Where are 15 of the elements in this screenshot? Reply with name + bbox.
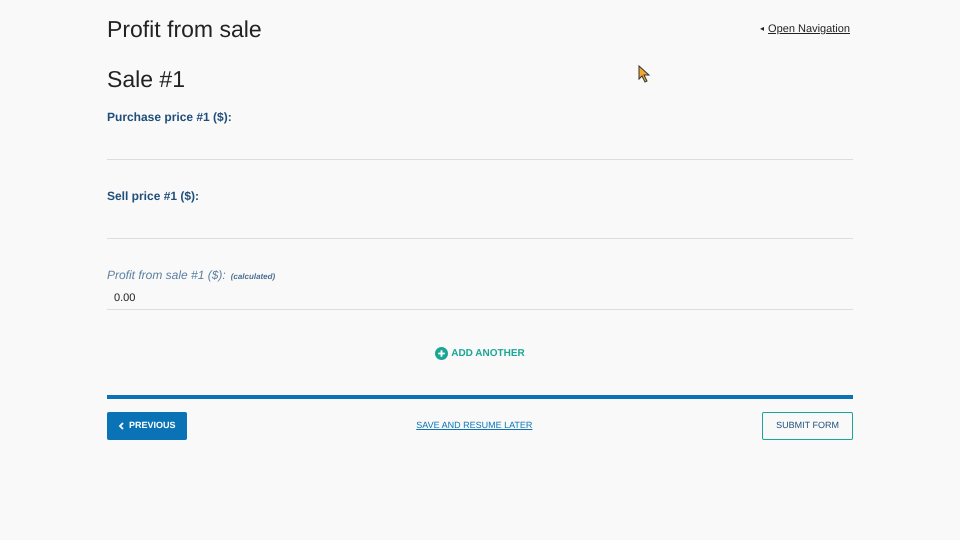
- page-title: Profit from sale: [107, 15, 262, 44]
- field-label: Sell price #1 ($):: [107, 188, 200, 205]
- save-and-resume-link[interactable]: SAVE AND RESUME LATER: [416, 419, 532, 433]
- plus-circle-icon: [435, 347, 448, 360]
- caret-icon: ◂: [760, 23, 764, 35]
- open-navigation-link[interactable]: ◂ Open Navigation: [760, 20, 850, 38]
- calculated-note: (calculated): [230, 271, 276, 283]
- field-label: Profit from sale #1 ($):: [107, 267, 226, 284]
- mouse-pointer-icon: [638, 65, 650, 83]
- submit-form-button[interactable]: SUBMIT FORM: [762, 412, 853, 440]
- section-title: Sale #1: [107, 65, 186, 94]
- calculated-field[interactable]: 0.00: [107, 286, 853, 310]
- field-label: Purchase price #1 ($):: [107, 109, 232, 126]
- chevron-left-icon: [118, 422, 124, 430]
- previous-button[interactable]: PREVIOUS: [107, 412, 187, 440]
